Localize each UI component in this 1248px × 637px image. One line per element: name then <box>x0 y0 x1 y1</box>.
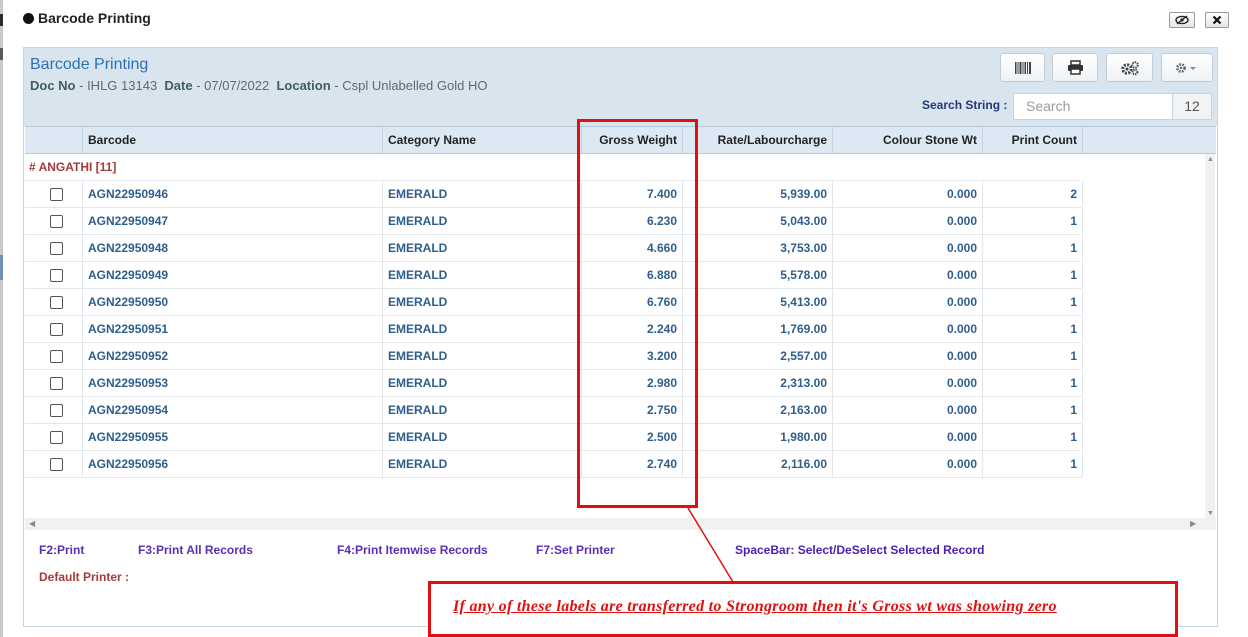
annotation-note: If any of these labels are transferred t… <box>428 581 1178 637</box>
annotation-text: If any of these labels are transferred t… <box>453 598 1057 615</box>
annotation-connector <box>687 507 734 583</box>
